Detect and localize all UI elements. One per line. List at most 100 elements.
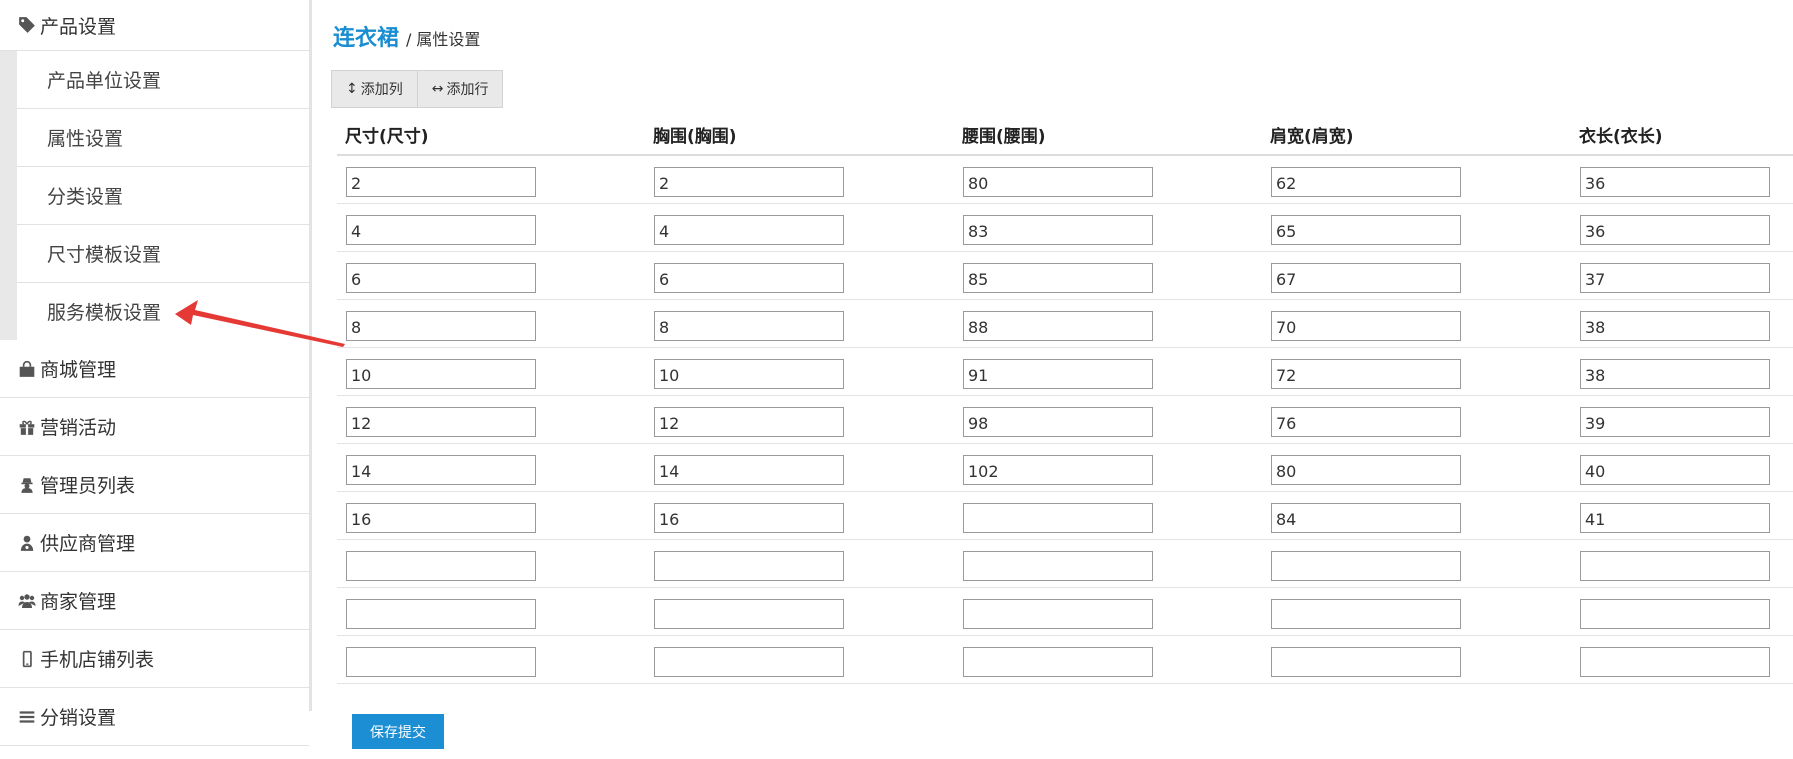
column-header: 腰围(腰围)	[962, 127, 1046, 147]
table-cell-input[interactable]	[1580, 311, 1770, 341]
table-cell-input[interactable]	[346, 599, 536, 629]
gift-icon	[17, 417, 37, 437]
table-cell-input[interactable]	[1271, 215, 1461, 245]
table-toolbar: ↕ 添加列 ↔ 添加行	[331, 70, 504, 108]
sidebar-item-merchant-management[interactable]: 商家管理	[0, 572, 309, 630]
table-cell-input[interactable]	[1580, 263, 1770, 293]
table-cell-input[interactable]	[1271, 503, 1461, 533]
table-cell-input[interactable]	[1271, 551, 1461, 581]
table-cell-input[interactable]	[963, 455, 1153, 485]
table-cell-input[interactable]	[346, 407, 536, 437]
sidebar-item-product-settings[interactable]: 产品设置	[0, 0, 309, 51]
sidebar-item-mobile-shops[interactable]: 手机店铺列表	[0, 630, 309, 688]
table-cell-input[interactable]	[963, 167, 1153, 197]
table-cell-input[interactable]	[654, 647, 844, 677]
table-cell-input[interactable]	[654, 359, 844, 389]
sidebar-subitem-categories[interactable]: 分类设置	[17, 167, 309, 225]
table-cell-input[interactable]	[963, 215, 1153, 245]
users-icon	[17, 591, 37, 611]
shopping-bag-icon	[17, 359, 37, 379]
sidebar-subitem-label: 尺寸模板设置	[47, 244, 162, 266]
breadcrumb-category[interactable]: 连衣裙	[333, 20, 399, 52]
table-row	[337, 252, 1793, 300]
table-cell-input[interactable]	[963, 503, 1153, 533]
sidebar-subitem-product-unit[interactable]: 产品单位设置	[17, 51, 309, 109]
table-cell-input[interactable]	[1580, 215, 1770, 245]
table-cell-input[interactable]	[1580, 455, 1770, 485]
table-cell-input[interactable]	[654, 311, 844, 341]
sidebar-item-label: 商家管理	[40, 591, 117, 613]
table-cell-input[interactable]	[1271, 311, 1461, 341]
sidebar-subitem-label: 属性设置	[47, 128, 124, 150]
table-cell-input[interactable]	[346, 263, 536, 293]
table-cell-input[interactable]	[654, 407, 844, 437]
table-cell-input[interactable]	[1271, 455, 1461, 485]
sidebar-subitem-label: 服务模板设置	[47, 302, 162, 324]
table-row	[337, 300, 1793, 348]
page-title: 属性设置	[416, 30, 481, 49]
sidebar-item-marketing[interactable]: 营销活动	[0, 398, 309, 456]
sidebar-subitem-label: 产品单位设置	[47, 70, 162, 92]
table-cell-input[interactable]	[654, 167, 844, 197]
table-cell-input[interactable]	[346, 359, 536, 389]
table-cell-input[interactable]	[1271, 263, 1461, 293]
table-row	[337, 396, 1793, 444]
sidebar-divider	[309, 0, 312, 711]
table-cell-input[interactable]	[654, 503, 844, 533]
table-cell-input[interactable]	[1271, 647, 1461, 677]
table-cell-input[interactable]	[654, 455, 844, 485]
table-cell-input[interactable]	[346, 503, 536, 533]
table-cell-input[interactable]	[346, 455, 536, 485]
table-cell-input[interactable]	[1580, 551, 1770, 581]
submenu-indent-bar	[0, 51, 17, 340]
save-submit-button[interactable]: 保存提交	[352, 714, 444, 749]
table-cell-input[interactable]	[654, 551, 844, 581]
table-cell-input[interactable]	[1580, 599, 1770, 629]
horizontal-arrows-icon: ↔	[431, 81, 444, 97]
table-cell-input[interactable]	[1580, 647, 1770, 677]
user-tie-icon	[17, 533, 37, 553]
table-cell-input[interactable]	[1271, 167, 1461, 197]
table-cell-input[interactable]	[1271, 599, 1461, 629]
table-cell-input[interactable]	[963, 599, 1153, 629]
table-cell-input[interactable]	[963, 263, 1153, 293]
table-cell-input[interactable]	[346, 215, 536, 245]
table-row	[337, 588, 1793, 636]
table-cell-input[interactable]	[654, 599, 844, 629]
add-row-button[interactable]: ↔ 添加行	[416, 71, 503, 107]
table-cell-input[interactable]	[654, 263, 844, 293]
sidebar-item-distribution-settings[interactable]: 分销设置	[0, 688, 309, 746]
table-cell-input[interactable]	[963, 359, 1153, 389]
table-cell-input[interactable]	[346, 167, 536, 197]
sidebar-item-label: 管理员列表	[40, 475, 136, 497]
table-cell-input[interactable]	[346, 647, 536, 677]
add-column-button[interactable]: ↕ 添加列	[332, 71, 417, 107]
table-cell-input[interactable]	[1580, 503, 1770, 533]
table-row	[337, 444, 1793, 492]
sidebar-item-label: 分销设置	[40, 707, 117, 729]
sidebar-item-label: 商城管理	[40, 359, 117, 381]
annotation-arrow	[175, 300, 345, 347]
table-cell-input[interactable]	[346, 551, 536, 581]
table-cell-input[interactable]	[963, 647, 1153, 677]
table-cell-input[interactable]	[1580, 407, 1770, 437]
sidebar-item-label: 营销活动	[40, 417, 117, 439]
sidebar-subitem-attributes[interactable]: 属性设置	[17, 109, 309, 167]
table-cell-input[interactable]	[963, 311, 1153, 341]
sidebar-item-supplier-management[interactable]: 供应商管理	[0, 514, 309, 572]
table-cell-input[interactable]	[1271, 359, 1461, 389]
table-cell-input[interactable]	[1271, 407, 1461, 437]
mobile-icon	[17, 649, 37, 669]
table-cell-input[interactable]	[963, 551, 1153, 581]
column-header: 衣长(衣长)	[1579, 127, 1663, 147]
column-header: 胸围(胸围)	[653, 127, 737, 147]
table-cell-input[interactable]	[963, 407, 1153, 437]
table-cell-input[interactable]	[346, 311, 536, 341]
sidebar-subitem-size-template[interactable]: 尺寸模板设置	[17, 225, 309, 283]
table-cell-input[interactable]	[1580, 359, 1770, 389]
table-row	[337, 636, 1793, 684]
table-cell-input[interactable]	[1580, 167, 1770, 197]
table-cell-input[interactable]	[654, 215, 844, 245]
bars-icon	[17, 707, 37, 727]
sidebar-item-admin-list[interactable]: 管理员列表	[0, 456, 309, 514]
